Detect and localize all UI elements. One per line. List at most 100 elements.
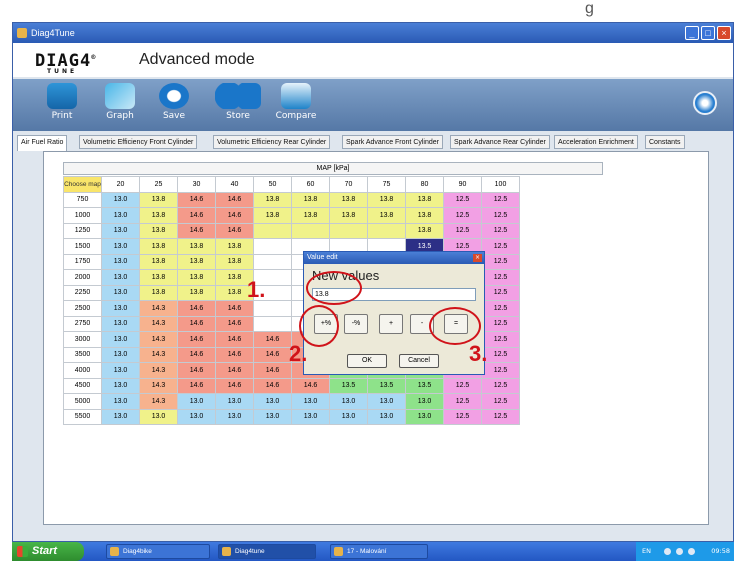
map-cell[interactable]: 14.6 <box>253 377 292 394</box>
map-cell[interactable]: 13.0 <box>101 222 140 239</box>
minimize-button[interactable]: _ <box>685 26 699 40</box>
plus-button[interactable]: + <box>379 314 403 334</box>
map-cell[interactable]: 14.6 <box>177 207 216 224</box>
map-cell[interactable]: 12.5 <box>443 222 482 239</box>
map-cell[interactable]: 13.8 <box>253 207 292 224</box>
map-cell[interactable] <box>291 222 330 239</box>
map-cell[interactable]: 13.5 <box>405 377 444 394</box>
map-cell[interactable]: 14.6 <box>253 346 292 363</box>
map-cell[interactable]: 12.5 <box>481 377 520 394</box>
map-cell[interactable]: 13.8 <box>291 207 330 224</box>
tab-ve-front[interactable]: Volumetric Efficiency Front Cylinder <box>79 135 198 149</box>
map-cell[interactable]: 13.0 <box>101 408 140 425</box>
close-button[interactable]: × <box>717 26 731 40</box>
map-cell[interactable]: 13.8 <box>177 238 216 255</box>
map-cell[interactable]: 13.0 <box>291 393 330 410</box>
task-diag4tune[interactable]: Diag4tune <box>218 544 316 559</box>
map-cell[interactable]: 14.6 <box>177 331 216 348</box>
map-cell[interactable]: 13.0 <box>101 331 140 348</box>
tab-ve-rear[interactable]: Volumetric Efficiency Rear Cylinder <box>213 135 331 149</box>
map-cell[interactable]: 14.3 <box>139 331 178 348</box>
map-cell[interactable]: 12.5 <box>481 238 520 255</box>
map-cell[interactable]: 13.0 <box>253 393 292 410</box>
map-cell[interactable]: 14.3 <box>139 300 178 317</box>
map-cell[interactable]: 14.6 <box>253 362 292 379</box>
map-cell[interactable]: 14.3 <box>139 377 178 394</box>
map-cell[interactable]: 13.0 <box>291 408 330 425</box>
maximize-button[interactable]: □ <box>701 26 715 40</box>
map-cell[interactable]: 13.0 <box>405 393 444 410</box>
map-cell[interactable]: 14.6 <box>177 377 216 394</box>
map-cell[interactable]: 12.5 <box>481 222 520 239</box>
map-cell[interactable]: 13.0 <box>177 393 216 410</box>
map-cell[interactable]: 13.5 <box>367 377 406 394</box>
map-cell[interactable]: 13.5 <box>329 377 368 394</box>
map-cell[interactable]: 13.0 <box>367 408 406 425</box>
map-cell[interactable]: 14.6 <box>177 346 216 363</box>
minus-percent-button[interactable]: -% <box>344 314 368 334</box>
ok-button[interactable]: OK <box>347 354 387 368</box>
map-cell[interactable]: 14.6 <box>177 191 216 208</box>
map-cell[interactable]: 12.5 <box>443 393 482 410</box>
map-cell[interactable]: 14.6 <box>177 362 216 379</box>
map-cell[interactable]: 13.0 <box>329 393 368 410</box>
globe-icon[interactable] <box>693 91 717 115</box>
map-cell[interactable]: 13.8 <box>405 191 444 208</box>
store-button[interactable]: Store <box>209 83 267 129</box>
map-cell[interactable]: 12.5 <box>443 207 482 224</box>
map-cell[interactable]: 13.0 <box>215 408 254 425</box>
map-cell[interactable] <box>367 222 406 239</box>
map-cell[interactable]: 13.8 <box>291 191 330 208</box>
map-cell[interactable]: 14.6 <box>215 191 254 208</box>
tab-spark-rear[interactable]: Spark Advance Rear Cylinder <box>450 135 550 149</box>
map-cell[interactable]: 13.0 <box>101 207 140 224</box>
tray-icon[interactable] <box>688 548 695 555</box>
map-cell[interactable]: 14.6 <box>291 377 330 394</box>
compare-button[interactable]: Compare <box>267 83 325 129</box>
map-cell[interactable]: 14.6 <box>253 331 292 348</box>
map-cell[interactable]: 13.0 <box>101 377 140 394</box>
map-cell[interactable]: 13.8 <box>405 207 444 224</box>
map-cell[interactable]: 12.5 <box>481 191 520 208</box>
map-cell[interactable] <box>329 222 368 239</box>
map-cell[interactable] <box>253 253 292 270</box>
tab-accel-enrichment[interactable]: Acceleration Enrichment <box>554 135 638 149</box>
map-cell[interactable]: 13.8 <box>139 284 178 301</box>
map-cell[interactable]: 13.0 <box>139 408 178 425</box>
map-cell[interactable]: 13.0 <box>101 269 140 286</box>
map-cell[interactable]: 13.0 <box>101 253 140 270</box>
map-cell[interactable]: 13.0 <box>329 408 368 425</box>
map-cell[interactable] <box>253 315 292 332</box>
tray-icon[interactable] <box>676 548 683 555</box>
map-cell[interactable]: 12.5 <box>481 300 520 317</box>
map-cell[interactable]: 14.3 <box>139 346 178 363</box>
map-cell[interactable]: 13.8 <box>215 238 254 255</box>
map-cell[interactable]: 13.0 <box>253 408 292 425</box>
map-cell[interactable]: 13.8 <box>139 238 178 255</box>
map-cell[interactable]: 12.5 <box>443 191 482 208</box>
map-cell[interactable]: 13.8 <box>139 222 178 239</box>
map-cell[interactable]: 13.0 <box>367 393 406 410</box>
map-cell[interactable]: 14.6 <box>215 362 254 379</box>
map-cell[interactable] <box>253 222 292 239</box>
map-cell[interactable]: 14.3 <box>139 315 178 332</box>
map-cell[interactable]: 12.5 <box>481 207 520 224</box>
dialog-close-button[interactable]: × <box>473 254 482 262</box>
map-cell[interactable] <box>253 238 292 255</box>
map-cell[interactable]: 14.6 <box>215 315 254 332</box>
map-cell[interactable]: 13.8 <box>139 191 178 208</box>
map-cell[interactable]: 14.3 <box>139 362 178 379</box>
save-button[interactable]: Save <box>145 83 203 129</box>
map-cell[interactable]: 14.6 <box>177 300 216 317</box>
map-cell[interactable]: 14.6 <box>177 222 216 239</box>
map-cell[interactable]: 13.8 <box>367 191 406 208</box>
map-cell[interactable]: 13.0 <box>101 362 140 379</box>
task-diag4bike[interactable]: Diag4bike <box>106 544 210 559</box>
cancel-button[interactable]: Cancel <box>399 354 439 368</box>
map-cell[interactable]: 12.5 <box>481 269 520 286</box>
map-cell[interactable]: 13.0 <box>101 315 140 332</box>
map-cell[interactable]: 13.0 <box>405 408 444 425</box>
map-cell[interactable]: 14.6 <box>215 331 254 348</box>
map-cell[interactable]: 12.5 <box>481 253 520 270</box>
tray-icon[interactable] <box>664 548 671 555</box>
